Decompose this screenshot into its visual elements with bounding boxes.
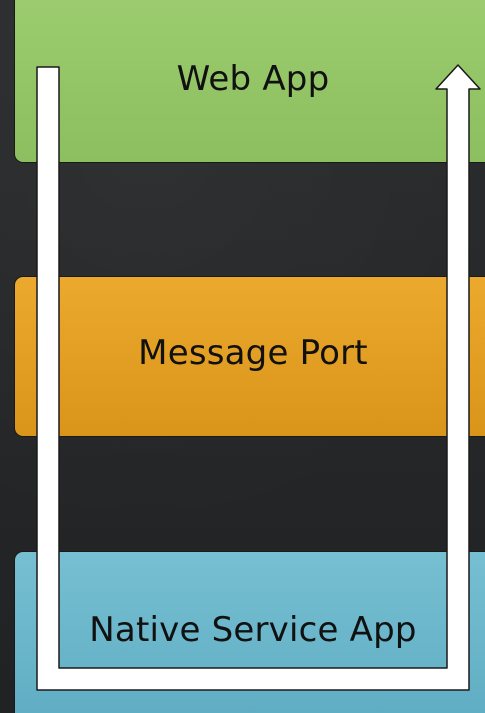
web-app-label: Web App (176, 59, 330, 99)
native-service-app-label: Native Service App (89, 610, 417, 650)
web-app-layer: Web App (14, 0, 485, 163)
message-port-layer: Message Port (14, 276, 485, 437)
diagram-canvas: Web App Message Port Native Service App (0, 0, 485, 713)
message-port-label: Message Port (138, 333, 368, 373)
native-service-app-layer: Native Service App (14, 551, 485, 713)
